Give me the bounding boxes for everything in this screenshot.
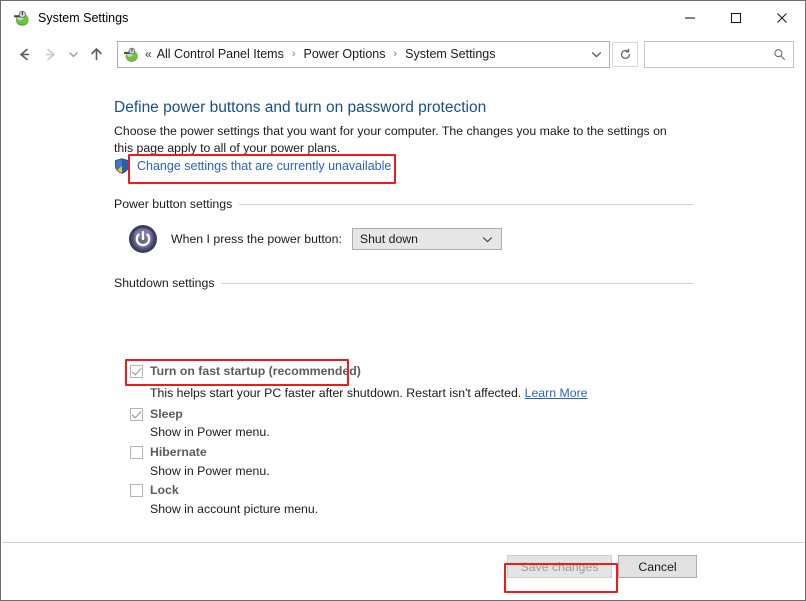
back-arrow-icon[interactable]: [11, 41, 37, 67]
power-button-label: When I press the power button:: [171, 232, 342, 246]
forward-arrow-icon: [37, 41, 63, 67]
recent-locations-icon[interactable]: [63, 41, 83, 67]
group-label: Shutdown settings: [114, 276, 215, 290]
breadcrumb-item-all-control-panel-items[interactable]: All Control Panel Items: [156, 45, 285, 63]
power-options-icon: [122, 46, 139, 63]
hibernate-label: Hibernate: [150, 445, 207, 459]
fast-startup-description: This helps start your PC faster after sh…: [150, 386, 522, 400]
breadcrumb-item-power-options[interactable]: Power Options: [303, 45, 387, 63]
lock-label: Lock: [150, 483, 179, 497]
hibernate-description: Show in Power menu.: [150, 464, 270, 478]
breadcrumb-separator[interactable]: ›: [292, 48, 296, 60]
chevron-down-icon[interactable]: [591, 49, 602, 60]
search-box[interactable]: [644, 40, 794, 68]
up-arrow-icon[interactable]: [83, 41, 109, 67]
breadcrumb-overflow[interactable]: «: [145, 47, 152, 61]
close-icon[interactable]: [759, 1, 805, 34]
power-button-settings-group-header: Power button settings: [114, 197, 694, 211]
lock-checkbox-row[interactable]: Lock: [130, 483, 179, 497]
lock-description: Show in account picture menu.: [150, 502, 319, 516]
title-bar: System Settings: [1, 1, 805, 34]
power-options-icon: [12, 9, 30, 27]
system-settings-window: System Settings « All Control Panel Item…: [0, 0, 806, 601]
sleep-checkbox[interactable]: [130, 408, 143, 421]
group-divider: [239, 203, 694, 205]
fast-startup-checkbox-row[interactable]: Turn on fast startup (recommended): [130, 364, 361, 378]
minimize-icon[interactable]: [667, 1, 713, 34]
sleep-label: Sleep: [150, 407, 183, 421]
power-button-action-value: Shut down: [359, 232, 419, 246]
chevron-down-icon: [482, 234, 493, 245]
breadcrumb-separator[interactable]: ›: [393, 48, 397, 60]
refresh-icon[interactable]: [612, 41, 638, 67]
window-controls: [667, 1, 805, 34]
fast-startup-label: Turn on fast startup (recommended): [150, 364, 361, 378]
page-description: Choose the power settings that you want …: [114, 124, 667, 155]
cancel-button[interactable]: Cancel: [618, 555, 697, 578]
shield-icon: [114, 158, 130, 174]
address-bar[interactable]: « All Control Panel Items › Power Option…: [117, 40, 610, 68]
power-button-action-select[interactable]: Shut down: [351, 228, 502, 250]
search-input[interactable]: [645, 47, 773, 61]
content-area: Define power buttons and turn on passwor…: [2, 75, 804, 543]
lock-checkbox[interactable]: [130, 484, 143, 497]
power-button-icon: [128, 224, 158, 254]
sleep-checkbox-row[interactable]: Sleep: [130, 407, 183, 421]
window-title: System Settings: [38, 10, 129, 25]
shutdown-settings-group-header: Shutdown settings: [114, 276, 694, 290]
page-title: Define power buttons and turn on passwor…: [114, 99, 487, 116]
search-icon[interactable]: [773, 48, 786, 61]
dialog-footer: Save changes Cancel: [2, 542, 804, 599]
change-settings-link-row[interactable]: Change settings that are currently unava…: [114, 158, 391, 174]
sleep-description: Show in Power menu.: [150, 425, 270, 439]
maximize-icon[interactable]: [713, 1, 759, 34]
save-changes-button[interactable]: Save changes: [507, 555, 612, 578]
change-settings-link[interactable]: Change settings that are currently unava…: [137, 159, 391, 173]
breadcrumb-item-system-settings[interactable]: System Settings: [404, 45, 496, 63]
navigation-bar: « All Control Panel Items › Power Option…: [1, 34, 805, 74]
hibernate-checkbox[interactable]: [130, 446, 143, 459]
fast-startup-checkbox[interactable]: [130, 365, 143, 378]
group-divider: [221, 282, 694, 284]
group-label: Power button settings: [114, 197, 233, 211]
hibernate-checkbox-row[interactable]: Hibernate: [130, 445, 207, 459]
fast-startup-description-row: This helps start your PC faster after sh…: [150, 386, 588, 400]
power-button-row: When I press the power button: Shut down: [128, 224, 502, 254]
learn-more-link[interactable]: Learn More: [525, 386, 588, 400]
